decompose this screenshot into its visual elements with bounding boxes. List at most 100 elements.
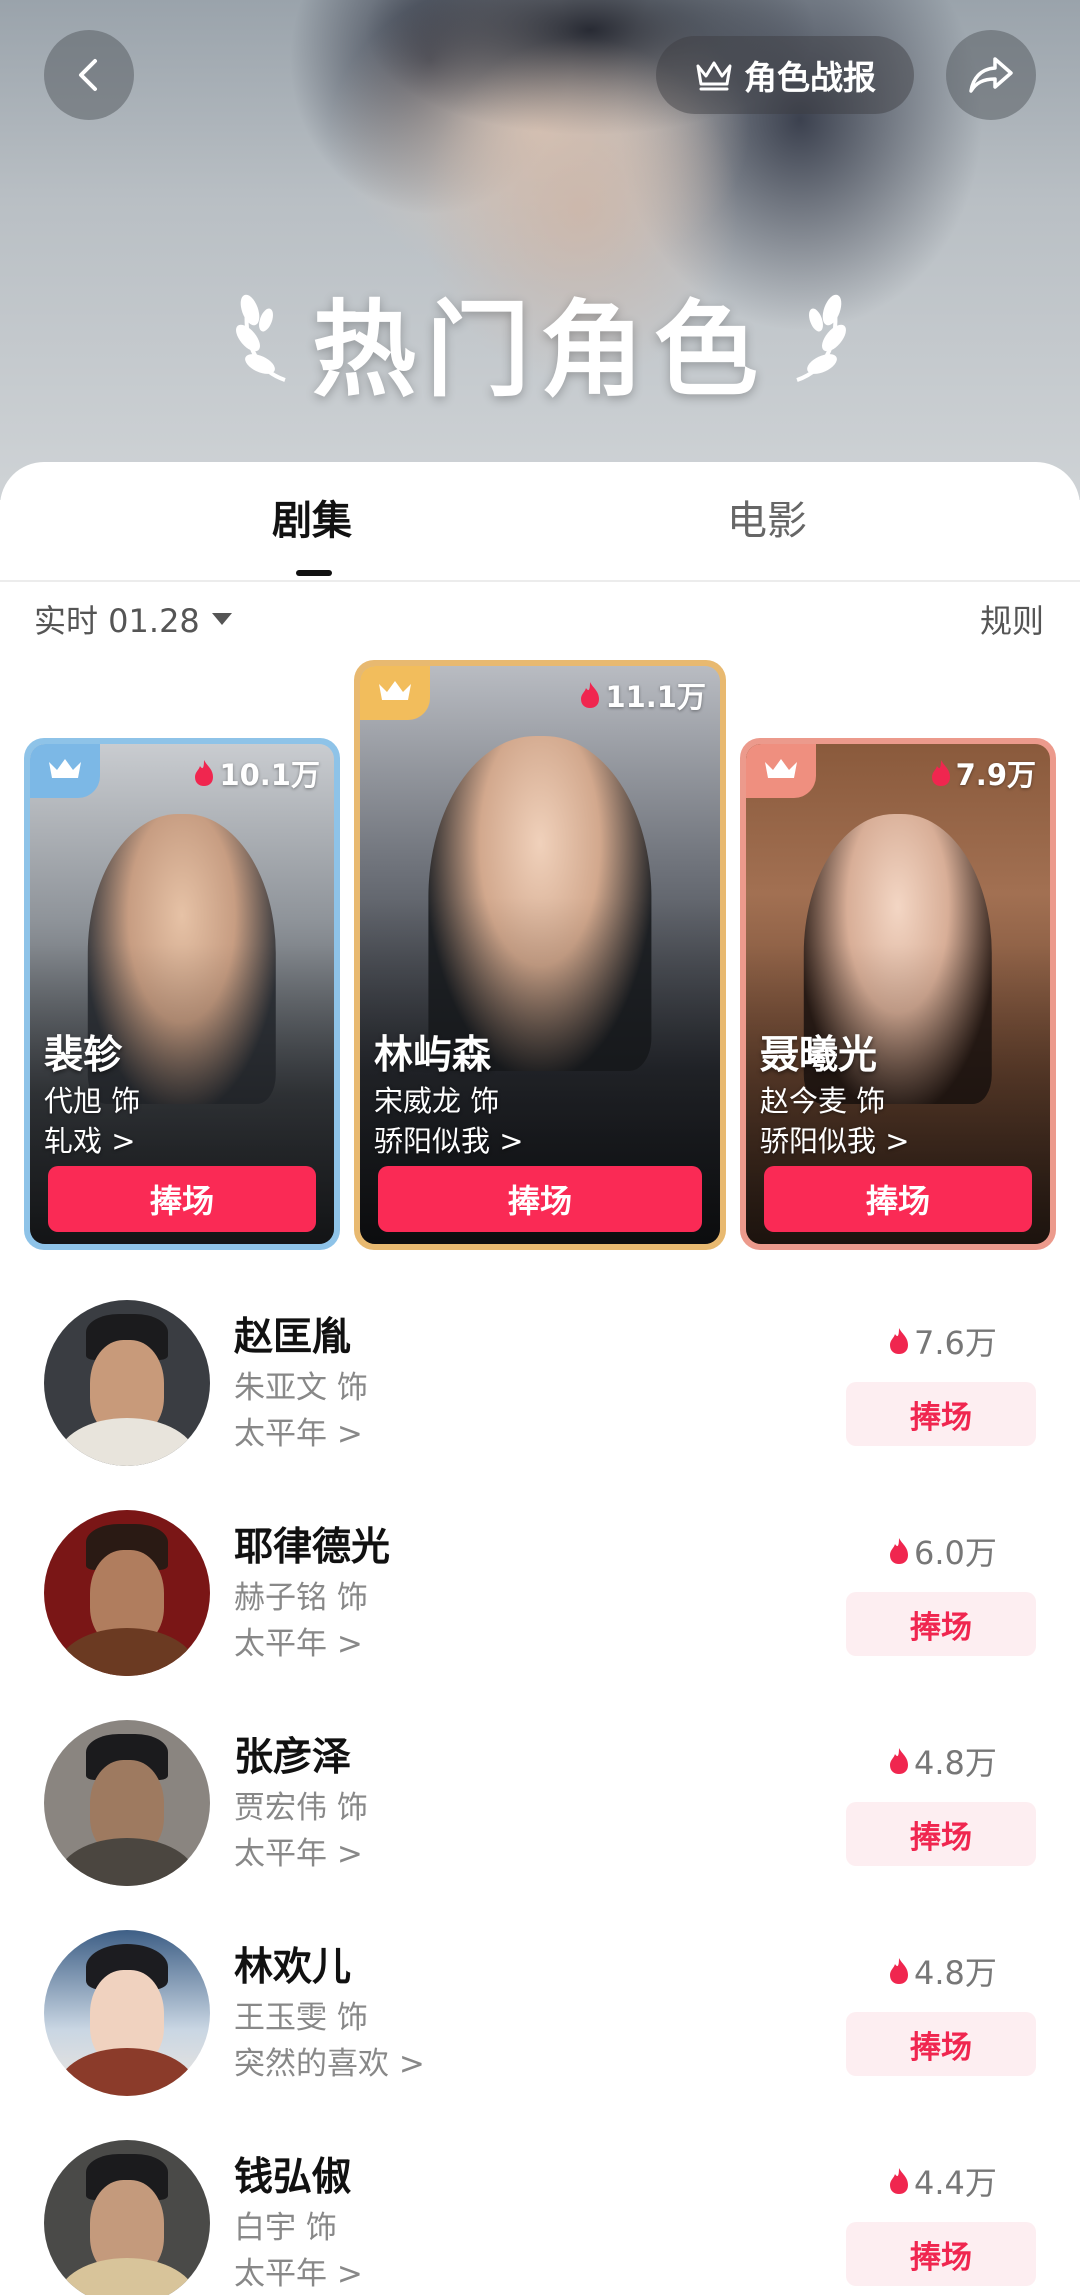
heat-value: 7.9万 [930,752,1036,794]
support-button[interactable]: 捧场 [846,2012,1036,2076]
rules-link[interactable]: 规则 [980,596,1044,642]
tab-divider [0,580,1080,582]
podium-card-rank-1[interactable]: 11.1万 林屿森 宋威龙 饰 骄阳似我 > 捧场 [354,660,726,1250]
avatar-body [58,1628,196,1676]
date-filter-label: 实时 01.28 [34,602,200,640]
podium-card-rank-3[interactable]: 7.9万 聂曦光 赵今麦 饰 骄阳似我 > 捧场 [740,738,1056,1250]
flame-icon [890,2168,908,2194]
share-icon [969,57,1013,93]
crown-icon [765,759,797,778]
rank-badge [360,666,430,720]
show-link[interactable]: 太平年 > [234,1618,363,1663]
show-link[interactable]: 突然的喜欢 > [234,2038,425,2083]
list-item[interactable]: 钱弘俶 白宇 饰 太平年 > 4.4万 捧场 [0,2138,1080,2295]
tab-movie[interactable]: 电影 [727,488,807,546]
card-photo: 10.1万 裴轸 代旭 饰 轧戏 > 捧场 [30,744,334,1244]
show-link[interactable]: 太平年 > [234,1828,363,1873]
avatar [44,1300,210,1466]
card-photo: 11.1万 林屿森 宋威龙 饰 骄阳似我 > 捧场 [360,666,720,1244]
support-button[interactable]: 捧场 [846,1382,1036,1446]
heat-value: 4.4万 [888,2158,997,2204]
actor-name: 王玉雯 饰 [234,2000,368,2036]
heat-value: 11.1万 [579,674,706,716]
caret-down-icon [211,613,232,625]
support-button[interactable]: 捧场 [846,1802,1036,1866]
flame-icon [195,760,214,786]
actor-name: 代旭 饰 [44,1084,141,1118]
support-button[interactable]: 捧场 [764,1166,1032,1232]
heat-text: 4.8万 [914,1954,997,1992]
avatar [44,1720,210,1886]
character-name: 裴轸 [44,1033,123,1078]
heat-value: 4.8万 [888,1948,997,1994]
character-name: 林屿森 [374,1033,492,1078]
hero-banner: 角色战报 热门角色 [0,0,1080,500]
actor-name: 赵今麦 饰 [760,1084,886,1118]
heat-text: 10.1万 [219,758,320,792]
character-name: 钱弘俶 [234,2155,352,2200]
character-name: 张彦泽 [234,1735,352,1780]
flame-icon [581,682,600,708]
rank-badge [30,744,100,798]
character-name: 耶律德光 [234,1525,391,1570]
heat-text: 6.0万 [914,1534,997,1572]
avatar [44,1930,210,2096]
page-title: 热门角色 [311,289,768,411]
support-button[interactable]: 捧场 [846,2222,1036,2286]
flame-icon [890,1538,908,1564]
heat-text: 11.1万 [605,680,706,714]
support-button[interactable]: 捧场 [378,1166,702,1232]
support-button[interactable]: 捧场 [48,1166,316,1232]
heat-text: 7.9万 [955,758,1036,792]
character-name: 林欢儿 [234,1945,352,1990]
flame-icon [931,760,950,786]
crown-icon [49,759,81,778]
heat-value: 10.1万 [193,752,320,794]
laurel-right-icon [796,294,846,382]
tab-active-indicator [296,570,332,576]
list-item[interactable]: 耶律德光 赫子铭 饰 太平年 > 6.0万 捧场 [0,1508,1080,1704]
character-name: 赵匡胤 [234,1315,352,1360]
actor-name: 宋威龙 饰 [374,1084,500,1118]
actor-name: 白宇 饰 [234,2210,337,2246]
flame-icon [890,1328,908,1354]
podium-card-rank-2[interactable]: 10.1万 裴轸 代旭 饰 轧戏 > 捧场 [24,738,340,1250]
heat-value: 6.0万 [888,1528,997,1574]
heat-text: 7.6万 [914,1324,997,1362]
card-photo: 7.9万 聂曦光 赵今麦 饰 骄阳似我 > 捧场 [746,744,1050,1244]
character-name: 聂曦光 [760,1033,878,1078]
crown-icon [696,61,732,91]
heat-text: 4.8万 [914,1744,997,1782]
avatar [44,1510,210,1676]
support-button[interactable]: 捧场 [846,1592,1036,1656]
avatar-body [58,1838,196,1886]
actor-name: 贾宏伟 饰 [234,1790,368,1826]
avatar-body [58,2048,196,2096]
share-button[interactable] [946,30,1036,120]
avatar-body [58,1418,196,1466]
role-report-button[interactable]: 角色战报 [656,36,914,114]
crown-icon [379,681,411,700]
heat-text: 4.4万 [914,2164,997,2202]
heat-value: 4.8万 [888,1738,997,1784]
list-item[interactable]: 张彦泽 贾宏伟 饰 太平年 > 4.8万 捧场 [0,1718,1080,1914]
tab-series[interactable]: 剧集 [272,488,352,546]
show-link[interactable]: 轧戏 > [44,1118,136,1160]
show-link[interactable]: 骄阳似我 > [374,1118,524,1160]
show-link[interactable]: 太平年 > [234,1408,363,1453]
heat-value: 7.6万 [888,1318,997,1364]
show-link[interactable]: 太平年 > [234,2248,363,2293]
ranking-sheet: 剧集 电影 实时 01.28 规则 10.1万 裴轸 代旭 饰 轧戏 > 捧场 … [0,462,1080,2295]
flame-icon [890,1958,908,1984]
flame-icon [890,1748,908,1774]
list-item[interactable]: 林欢儿 王玉雯 饰 突然的喜欢 > 4.8万 捧场 [0,1928,1080,2124]
back-button[interactable] [44,30,134,120]
list-item[interactable]: 赵匡胤 朱亚文 饰 太平年 > 7.6万 捧场 [0,1298,1080,1494]
rank-badge [746,744,816,798]
date-filter-dropdown[interactable]: 实时 01.28 [34,596,234,642]
show-link[interactable]: 骄阳似我 > [760,1118,910,1160]
role-report-label: 角色战报 [744,58,876,97]
avatar [44,2140,210,2295]
chevron-left-icon [79,59,97,91]
actor-name: 赫子铭 饰 [234,1580,368,1616]
